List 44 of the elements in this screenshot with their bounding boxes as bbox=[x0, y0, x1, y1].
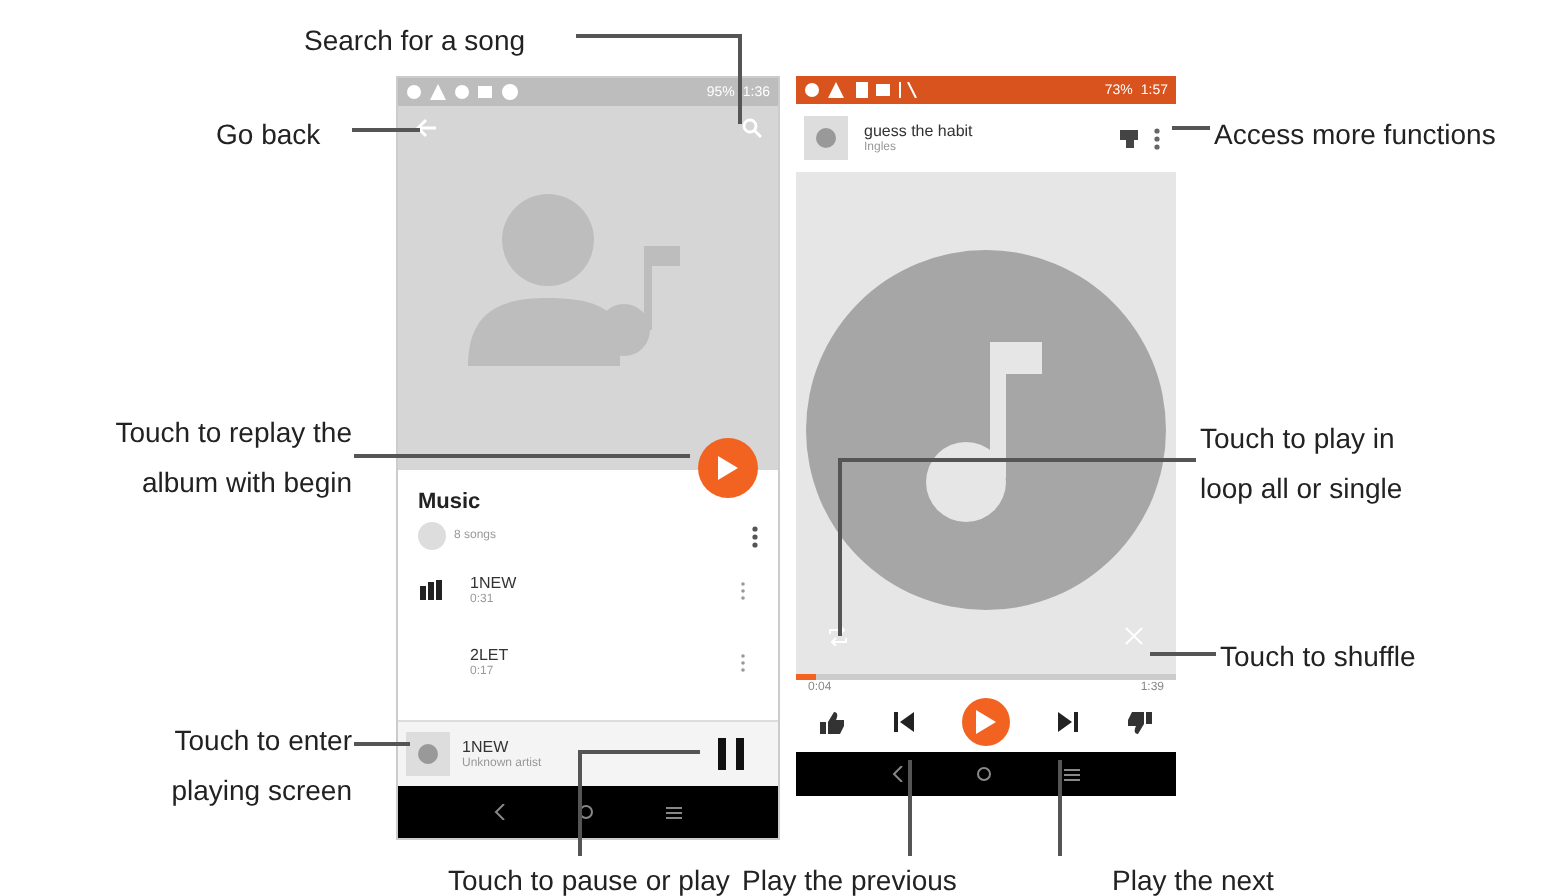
leader-line bbox=[908, 760, 912, 856]
thumbs-up-icon[interactable] bbox=[820, 711, 845, 733]
album-thumbnail bbox=[406, 732, 450, 776]
leader-line bbox=[1172, 126, 1210, 130]
callout-label: Search for a song bbox=[304, 22, 526, 60]
song-title: guess the habit bbox=[864, 122, 973, 140]
play-button[interactable] bbox=[961, 698, 1010, 746]
callout-label: Touch to enter playing screen bbox=[169, 722, 352, 810]
home-icon[interactable] bbox=[578, 804, 594, 820]
song-title: 1NEW bbox=[462, 738, 511, 756]
play-icon bbox=[975, 710, 996, 734]
callout-label: Touch to pause or play bbox=[448, 862, 730, 896]
leader-line bbox=[1150, 652, 1216, 656]
menu-icon[interactable] bbox=[666, 805, 682, 819]
callout-label: Play the previous bbox=[742, 862, 957, 896]
leader-line bbox=[1058, 760, 1062, 856]
leader-line bbox=[354, 742, 410, 746]
back-icon[interactable] bbox=[892, 766, 904, 782]
callout-label: Play the next bbox=[1112, 862, 1274, 896]
leader-line bbox=[352, 128, 420, 132]
callout-label: Go back bbox=[216, 116, 321, 154]
back-icon[interactable] bbox=[494, 804, 506, 820]
play-button[interactable] bbox=[698, 438, 758, 498]
callout-label: Access more functions bbox=[1214, 116, 1496, 154]
play-icon bbox=[718, 456, 738, 480]
pause-icon[interactable] bbox=[718, 738, 746, 770]
callout-label: Touch to shuffle bbox=[1220, 638, 1416, 676]
album-title: Music bbox=[418, 490, 483, 514]
next-icon[interactable] bbox=[1058, 712, 1079, 732]
repeat-icon[interactable] bbox=[828, 626, 848, 646]
previous-icon[interactable] bbox=[893, 712, 914, 732]
thumbs-down-icon[interactable] bbox=[1127, 711, 1152, 733]
menu-icon[interactable] bbox=[1064, 767, 1080, 781]
leader-line bbox=[578, 750, 700, 856]
home-icon[interactable] bbox=[976, 766, 992, 782]
album-thumbnail bbox=[804, 116, 848, 160]
music-note-icon bbox=[806, 249, 1166, 609]
avatar-icon bbox=[418, 522, 446, 550]
callout-label: Touch to replay the album with begin bbox=[113, 414, 352, 502]
more-icon[interactable] bbox=[752, 525, 758, 547]
more-icon[interactable] bbox=[1154, 127, 1160, 149]
callout-label: Touch to play in loop all or single bbox=[1200, 420, 1403, 508]
song-title: 2LET bbox=[470, 646, 509, 664]
song-title: 1NEW bbox=[470, 574, 517, 592]
